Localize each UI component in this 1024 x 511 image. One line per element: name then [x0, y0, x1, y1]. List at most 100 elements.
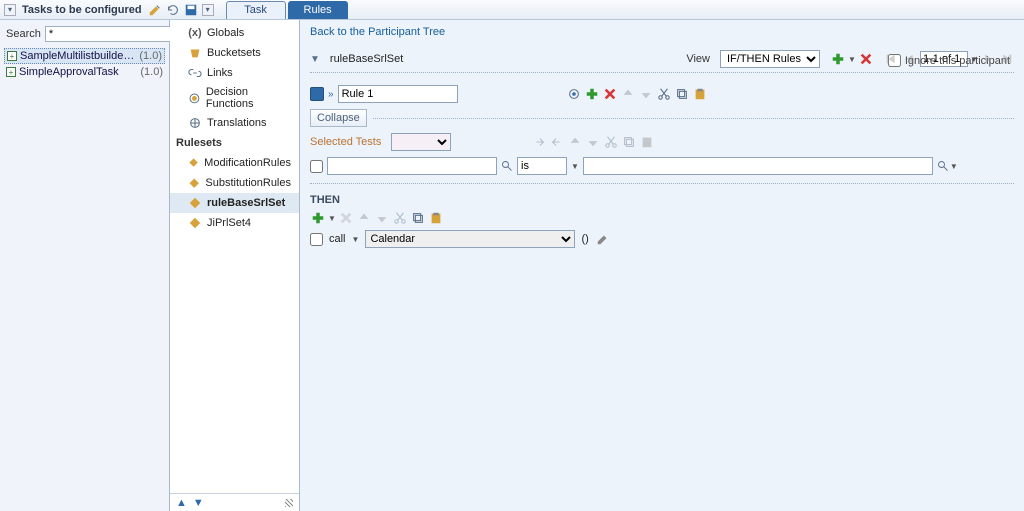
condition-row: ▼ ▼	[310, 157, 1014, 175]
tab-rules[interactable]: Rules	[288, 1, 348, 19]
expand-icon[interactable]: +	[7, 51, 17, 61]
rule-name-input[interactable]	[338, 85, 458, 103]
nav-ruleset[interactable]: ruleBaseSrlSet	[170, 193, 299, 213]
nav-down-icon[interactable]: ▼	[193, 497, 204, 509]
expand-icon[interactable]: +	[6, 67, 16, 77]
rhs-picker-icon[interactable]: ▼	[937, 160, 958, 172]
nav-label: Translations	[207, 117, 267, 129]
selected-tests-select[interactable]	[391, 133, 451, 151]
tests-outdent-icon	[549, 134, 565, 150]
then-label: THEN	[310, 194, 340, 206]
content-panel: Back to the Participant Tree Ignore this…	[300, 20, 1024, 511]
condition-checkbox[interactable]	[310, 160, 323, 173]
nav-label: Links	[207, 67, 233, 79]
rulesets-header: Rulesets	[170, 133, 299, 153]
rule-toggle[interactable]	[310, 87, 324, 101]
task-version: (1.0)	[139, 50, 162, 62]
nav-globals[interactable]: (x) Globals	[170, 23, 299, 43]
rule-add-icon[interactable]	[584, 86, 600, 102]
rule-down-icon	[638, 86, 654, 102]
globe-icon	[188, 116, 202, 130]
condition-lhs-input[interactable]	[327, 157, 497, 175]
rule-delete-icon[interactable]	[602, 86, 618, 102]
then-delete-icon	[338, 210, 354, 226]
resize-grip[interactable]	[285, 499, 293, 507]
nav-ruleset[interactable]: JiPrlSet4	[170, 213, 299, 233]
paren-label: ()	[581, 233, 588, 245]
rule-up-icon	[620, 86, 636, 102]
nav-ruleset[interactable]: SubstitutionRules	[170, 173, 299, 193]
task-row[interactable]: + SimpleApprovalTask (1.0)	[4, 65, 165, 79]
add-button[interactable]	[830, 51, 846, 67]
nav-label: JiPrlSet4	[207, 217, 251, 229]
ruleset-name: ruleBaseSrlSet	[330, 53, 403, 65]
nav-bucketsets[interactable]: Bucketsets	[170, 43, 299, 63]
search-row: Search ▶	[4, 24, 165, 44]
add-dropdown[interactable]: ▼	[848, 51, 856, 67]
view-label: View	[686, 53, 710, 65]
ruleset-collapse-toggle[interactable]: ▼	[310, 54, 320, 65]
gear-icon	[188, 91, 201, 105]
then-up-icon	[356, 210, 372, 226]
then-copy-icon[interactable]	[410, 210, 426, 226]
globals-icon: (x)	[188, 26, 202, 40]
toolbar-menu-button[interactable]: ▾	[202, 4, 214, 16]
main-tabs: Task Rules	[226, 1, 350, 19]
tests-paste-icon	[639, 134, 655, 150]
then-paste-icon[interactable]	[428, 210, 444, 226]
navigator-panel: (x) Globals Bucketsets Links Decision Fun…	[170, 20, 300, 511]
lhs-picker-icon[interactable]	[501, 160, 513, 172]
rule-settings-icon[interactable]	[566, 86, 582, 102]
ruleset-icon	[188, 216, 202, 230]
nav-label: Decision Functions	[206, 86, 291, 110]
tasks-panel: Search ▶ + SampleMultilistbuildersTask (…	[0, 20, 170, 511]
rule-paste-icon[interactable]	[692, 86, 708, 102]
view-select[interactable]: IF/THEN Rules	[720, 50, 820, 68]
rule-cut-icon[interactable]	[656, 86, 672, 102]
collapse-button[interactable]: Collapse	[310, 109, 367, 127]
action-target-select[interactable]: Calendar	[365, 230, 575, 248]
rule-copy-icon[interactable]	[674, 86, 690, 102]
nav-label: ruleBaseSrlSet	[207, 197, 285, 209]
top-toolbar: ▾ Tasks to be configured ▾ Task Rules	[0, 0, 1024, 20]
action-edit-icon[interactable]	[595, 231, 611, 247]
task-name: SampleMultilistbuildersTask	[20, 50, 136, 62]
back-link[interactable]: Back to the Participant Tree	[310, 26, 445, 38]
rule-collapse-toggle[interactable]: »	[328, 89, 334, 100]
condition-operator-input[interactable]	[517, 157, 567, 175]
nav-decision-functions[interactable]: Decision Functions	[170, 83, 299, 113]
task-list: + SampleMultilistbuildersTask (1.0) + Si…	[4, 48, 165, 79]
then-add-icon[interactable]	[310, 210, 326, 226]
tests-indent-icon	[531, 134, 547, 150]
selected-tests-label: Selected Tests	[310, 136, 381, 148]
collapse-panel-button[interactable]: ▾	[4, 4, 16, 16]
save-icon[interactable]	[184, 3, 198, 17]
nav-up-icon[interactable]: ▲	[176, 497, 187, 509]
action-row: call ▼ Calendar ()	[310, 230, 1014, 248]
task-row[interactable]: + SampleMultilistbuildersTask (1.0)	[4, 48, 165, 64]
pager-next-icon	[980, 51, 996, 67]
nav-label: Globals	[207, 27, 244, 39]
action-verb[interactable]: call	[329, 233, 346, 245]
condition-rhs-input[interactable]	[583, 157, 933, 175]
operator-dropdown[interactable]: ▼	[571, 162, 579, 171]
nav-ruleset[interactable]: ModificationRules	[170, 153, 299, 173]
then-add-dropdown[interactable]: ▼	[328, 210, 336, 226]
nav-links[interactable]: Links	[170, 63, 299, 83]
action-verb-dropdown[interactable]: ▼	[352, 235, 360, 244]
search-label: Search	[6, 28, 41, 40]
task-name: SimpleApprovalTask	[19, 66, 137, 78]
pager-last-icon	[998, 51, 1014, 67]
pager-first-icon	[884, 51, 900, 67]
task-version: (1.0)	[140, 66, 163, 78]
action-checkbox[interactable]	[310, 233, 323, 246]
tab-task[interactable]: Task	[226, 1, 286, 19]
tests-up-icon	[567, 134, 583, 150]
then-cut-icon	[392, 210, 408, 226]
bucket-icon	[188, 46, 202, 60]
nav-translations[interactable]: Translations	[170, 113, 299, 133]
delete-button[interactable]	[858, 51, 874, 67]
edit-icon[interactable]	[148, 3, 162, 17]
refresh-icon[interactable]	[166, 3, 180, 17]
nav-label: Bucketsets	[207, 47, 261, 59]
